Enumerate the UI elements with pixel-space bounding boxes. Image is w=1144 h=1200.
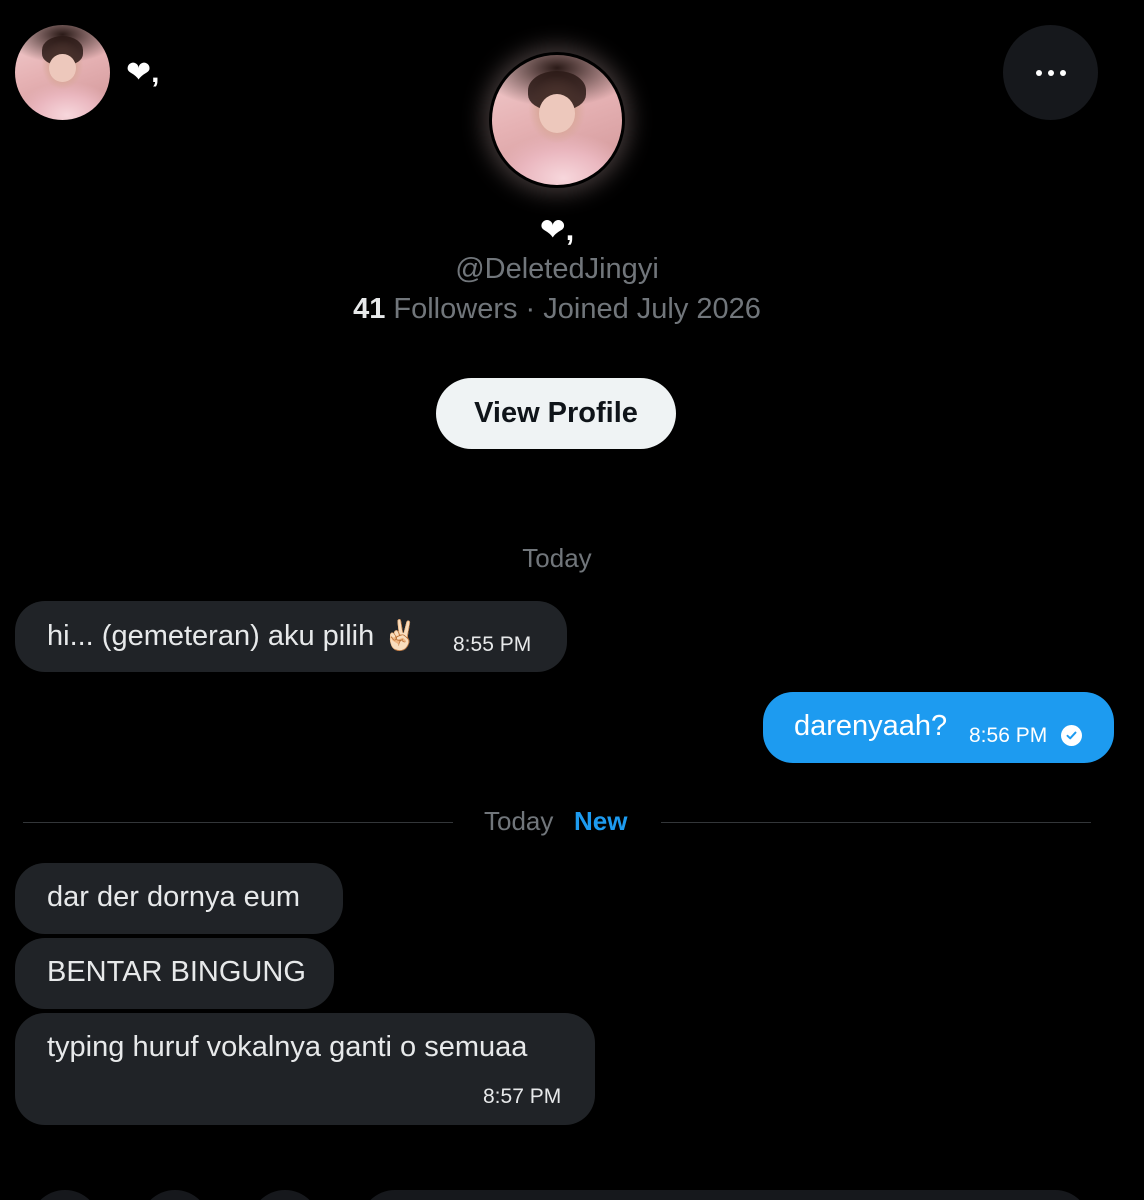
incoming-message[interactable]: typing huruf vokalnya ganti o semuaa 8:5… [15, 1013, 595, 1125]
composer-media-button[interactable] [30, 1190, 100, 1200]
more-options-button[interactable] [1003, 25, 1098, 120]
incoming-message[interactable]: dar der dornya eum [15, 863, 343, 934]
message-text: darenyaah? [794, 710, 948, 742]
message-time: 8:55 PM [453, 633, 532, 656]
divider-line-right [661, 822, 1091, 823]
meta-separator: · [525, 293, 536, 325]
date-separator: Today [522, 543, 592, 573]
joined-date: Joined July 2026 [543, 293, 761, 325]
message-text: typing huruf vokalnya ganti o semuaa [47, 1031, 528, 1063]
profile-display-name: ❤, [539, 212, 575, 247]
message-text: dar der dornya eum [47, 881, 301, 913]
profile-avatar[interactable] [492, 55, 622, 185]
profile-handle: @DeletedJingyi [455, 253, 659, 285]
dm-conversation-screen: ❤, ❤, @DeletedJingyi 41 Followers · Join… [0, 0, 1144, 1200]
composer-gif-button[interactable] [140, 1190, 210, 1200]
sent-check-icon [1061, 725, 1082, 746]
new-messages-label: New [574, 806, 628, 836]
header-display-name[interactable]: ❤, [126, 56, 159, 90]
header-avatar[interactable] [15, 25, 110, 120]
message-text: BENTAR BINGUNG [47, 956, 306, 988]
followers-label: Followers [393, 293, 518, 325]
message-time: 8:57 PM [483, 1085, 562, 1108]
divider-line-left [23, 822, 453, 823]
profile-avatar-frame [489, 52, 625, 188]
profile-meta: 41 Followers · Joined July 2026 [0, 293, 1114, 326]
incoming-message[interactable]: BENTAR BINGUNG [15, 938, 334, 1009]
composer-emoji-button[interactable] [250, 1190, 320, 1200]
followers-count: 41 [353, 293, 386, 325]
more-horizontal-icon [1035, 69, 1066, 76]
message-input[interactable] [360, 1190, 1090, 1200]
view-profile-button[interactable]: View Profile [436, 378, 676, 449]
incoming-message[interactable]: hi... (gemeteran) aku pilih ✌🏻 8:55 PM [15, 601, 567, 672]
outgoing-message[interactable]: darenyaah? 8:56 PM [763, 692, 1114, 763]
new-messages-date: Today [484, 806, 554, 836]
message-time: 8:56 PM [969, 724, 1048, 747]
message-text: hi... (gemeteran) aku pilih ✌🏻 [47, 620, 419, 652]
